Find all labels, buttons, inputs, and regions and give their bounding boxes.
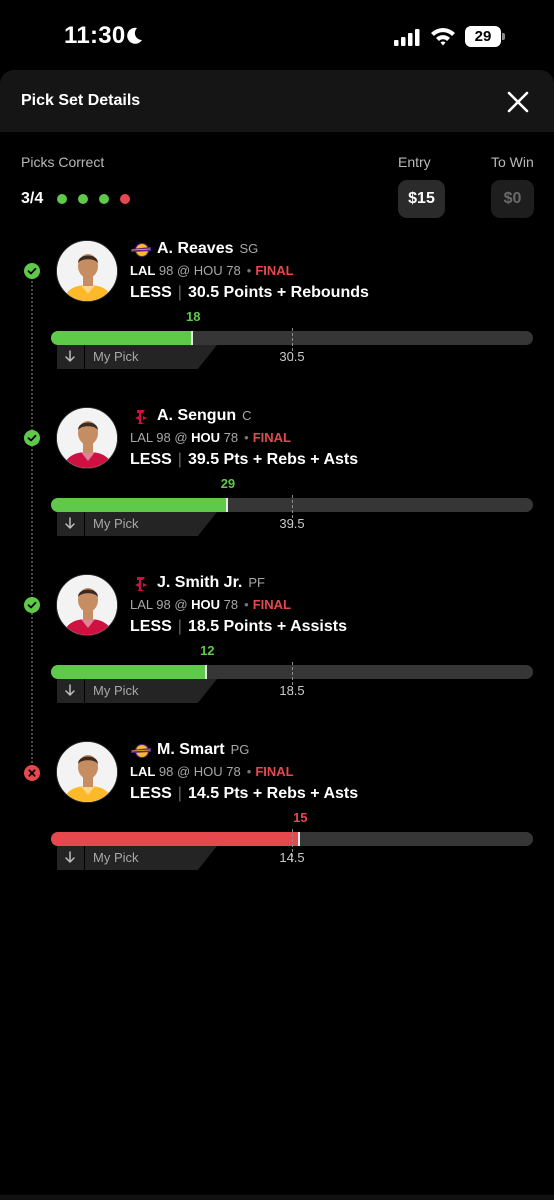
result-dots: [57, 194, 130, 204]
progress-cap: [205, 665, 208, 679]
line-label: 14.5: [279, 850, 305, 865]
line-label: 18.5: [279, 683, 305, 698]
actual-value: 12: [200, 643, 215, 658]
player-position: C: [242, 408, 252, 423]
pick-line: LESS | 18.5 Points + Assists: [130, 618, 347, 635]
pick-line: LESS | 30.5 Points + Rebounds: [130, 284, 369, 301]
pick-direction: LESS: [130, 618, 172, 635]
progress-fill: [51, 665, 208, 679]
my-pick-label: My Pick: [93, 516, 139, 531]
lakers-logo-icon: [131, 243, 151, 257]
arrow-down-icon: [65, 517, 75, 529]
entry-value: $15: [398, 180, 445, 218]
progress-fill: [51, 498, 228, 512]
player-name-text: J. Smith Jr.: [157, 574, 243, 591]
pick-line-value: 18.5: [187, 618, 220, 635]
rockets-logo-icon: [135, 410, 147, 424]
actual-value: 18: [185, 309, 201, 324]
progress-cap: [225, 498, 228, 512]
check-circle-icon: [24, 430, 40, 446]
pick-stat: Pts + Rebs + Asts: [223, 785, 359, 802]
pick-line-value: 39.5: [187, 451, 220, 468]
player-position: PG: [230, 742, 250, 757]
status-time: 11:30: [64, 22, 126, 49]
pick-stat: Points + Assists: [223, 618, 347, 635]
game-status: FINAL: [255, 764, 294, 779]
arrow-down-icon: [65, 851, 75, 863]
pick-direction: LESS: [130, 284, 172, 301]
wifi-icon: [431, 28, 455, 46]
player-name-text: A. Reaves: [157, 240, 234, 257]
avatar: [56, 240, 118, 302]
progress-fill: [51, 331, 194, 345]
home-indicator: [0, 1195, 554, 1200]
pick-line: LESS | 14.5 Pts + Rebs + Asts: [130, 785, 359, 802]
pick-card[interactable]: M. Smart PG LAL 98 @ HOU 78 • FINAL LESS | 14.5…: [0, 741, 554, 891]
moon-icon: [127, 27, 142, 44]
player-position: SG: [239, 241, 259, 256]
pick-line: LESS | 39.5 Pts + Rebs + Asts: [130, 451, 359, 468]
result-dot-loss: [120, 194, 130, 204]
pick-set-sheet: Pick Set Details Picks Correct 3/4 Entry…: [0, 70, 554, 1200]
result-dot-win: [78, 194, 88, 204]
progress-cap: [298, 832, 301, 846]
result-dot-win: [57, 194, 67, 204]
player-name: A. Reaves SG: [157, 240, 258, 258]
battery-icon: 29: [465, 26, 505, 47]
game-score: LAL 98 @ HOU 78 • FINAL: [130, 430, 291, 445]
pick-card[interactable]: J. Smith Jr. PF LAL 98 @ HOU 78 • FINAL LESS |…: [0, 574, 554, 724]
player-name: J. Smith Jr. PF: [157, 574, 265, 592]
to-win-label: To Win: [491, 154, 534, 170]
entry-label: Entry: [398, 154, 431, 170]
pick-stat: Pts + Rebs + Asts: [223, 451, 359, 468]
x-circle-icon: [24, 765, 40, 781]
pick-card[interactable]: A. Reaves SG LAL 98 @ HOU 78 • FINAL LESS | 30.…: [0, 240, 554, 390]
picks-correct-label: Picks Correct: [21, 154, 105, 170]
pick-direction: LESS: [130, 451, 172, 468]
arrow-down-icon: [65, 350, 75, 362]
pick-stat: Points + Rebounds: [223, 284, 369, 301]
arrow-down-icon: [65, 684, 75, 696]
game-status: FINAL: [252, 430, 291, 445]
page-title: Pick Set Details: [21, 92, 141, 109]
sheet-header: Pick Set Details: [0, 70, 554, 132]
player-name: M. Smart PG: [157, 741, 249, 759]
avatar: [56, 574, 118, 636]
actual-value: 29: [220, 476, 236, 491]
check-circle-icon: [24, 263, 40, 279]
game-status: FINAL: [252, 597, 291, 612]
line-label: 39.5: [279, 516, 305, 531]
pick-direction: LESS: [130, 785, 172, 802]
pick-line-value: 14.5: [187, 785, 220, 802]
picks-correct-value: 3/4: [21, 190, 44, 207]
my-pick-label: My Pick: [93, 349, 139, 364]
game-score: LAL 98 @ HOU 78 • FINAL: [130, 263, 294, 278]
battery-level: 29: [465, 26, 501, 47]
lakers-logo-icon: [131, 744, 151, 758]
progress-fill: [51, 832, 301, 846]
progress-cap: [191, 331, 194, 345]
game-status: FINAL: [255, 263, 294, 278]
avatar: [56, 741, 118, 803]
game-score: LAL 98 @ HOU 78 • FINAL: [130, 597, 291, 612]
my-pick-label: My Pick: [93, 850, 139, 865]
player-name-text: A. Sengun: [157, 407, 237, 424]
status-bar: 11:30 29: [0, 0, 554, 70]
player-name-text: M. Smart: [157, 741, 225, 758]
to-win-value: $0: [491, 180, 534, 218]
avatar: [56, 407, 118, 469]
check-circle-icon: [24, 597, 40, 613]
line-label: 30.5: [279, 349, 305, 364]
actual-value: 15: [293, 810, 308, 825]
signal-icon: [394, 29, 420, 46]
rockets-logo-icon: [135, 577, 147, 591]
player-name: A. Sengun C: [157, 407, 252, 425]
close-icon[interactable]: [504, 88, 532, 116]
pick-card[interactable]: A. Sengun C LAL 98 @ HOU 78 • FINAL LESS | 39.5…: [0, 407, 554, 557]
player-position: PF: [248, 575, 265, 590]
game-score: LAL 98 @ HOU 78 • FINAL: [130, 764, 294, 779]
result-dot-win: [99, 194, 109, 204]
pick-line-value: 30.5: [187, 284, 220, 301]
my-pick-label: My Pick: [93, 683, 139, 698]
